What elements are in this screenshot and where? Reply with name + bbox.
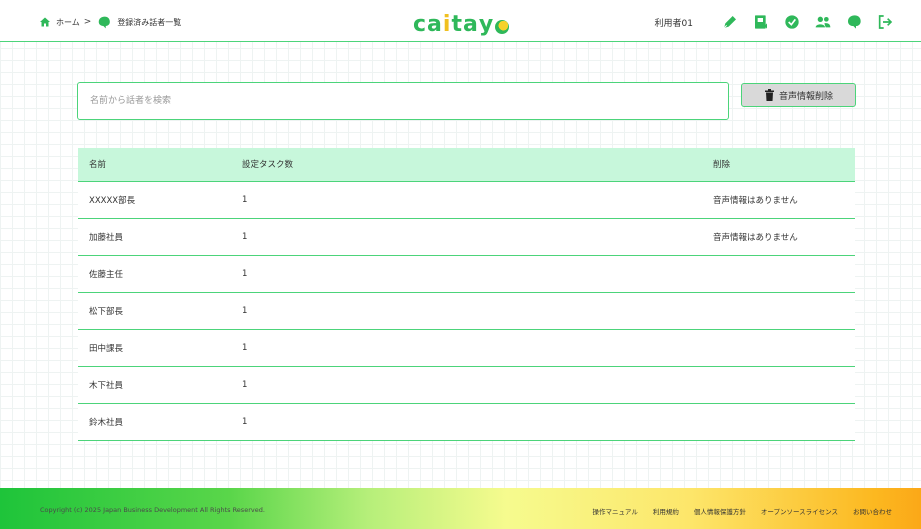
- logo-letter: a: [462, 12, 479, 37]
- breadcrumb-home-link[interactable]: ホーム: [56, 17, 80, 28]
- trash-icon: [764, 89, 774, 101]
- app-header: ホーム > 登録済み話者一覧 c a i t a y 利用者01: [0, 0, 921, 42]
- logout-icon[interactable]: [877, 14, 893, 30]
- logo-letter: i: [442, 12, 452, 37]
- footer-link-terms[interactable]: 利用規約: [653, 506, 679, 516]
- speaker-table: 名前 設定タスク数 削除 XXXXX部長 1 音声情報はありません 加藤社員 1…: [78, 148, 855, 441]
- check-circle-icon[interactable]: [784, 14, 800, 30]
- table-header-row: 名前 設定タスク数 削除: [78, 148, 855, 182]
- delete-voice-info-button[interactable]: 音声情報削除: [741, 83, 856, 107]
- footer-link-contact[interactable]: お問い合わせ: [853, 506, 892, 516]
- table-row[interactable]: 木下社員 1: [78, 366, 855, 404]
- app-footer: Copyright (c) 2025 Japan Business Develo…: [0, 488, 921, 529]
- cell-tasks: 1: [231, 292, 702, 330]
- logo-letter: c: [413, 12, 428, 37]
- users-icon[interactable]: [815, 14, 831, 30]
- column-header-delete: 削除: [702, 148, 855, 182]
- table-row[interactable]: 鈴木社員 1: [78, 403, 855, 441]
- logo-letter: a: [427, 12, 443, 37]
- cell-delete: [702, 255, 855, 293]
- delete-button-label: 音声情報削除: [778, 91, 833, 102]
- user-name: 利用者01: [654, 18, 693, 29]
- cell-name: 田中課長: [78, 329, 231, 367]
- cell-name: 鈴木社員: [78, 403, 231, 441]
- cell-delete: [702, 403, 855, 441]
- cell-name: 木下社員: [78, 366, 231, 404]
- cell-name: XXXXX部長: [78, 181, 231, 219]
- cell-tasks: 1: [231, 181, 702, 219]
- table-row[interactable]: 田中課長 1: [78, 329, 855, 367]
- caitayo-logo[interactable]: c a i t a y: [413, 8, 510, 37]
- logo-o-mark: [495, 20, 510, 34]
- cell-delete: [702, 329, 855, 367]
- speech-icon[interactable]: [846, 14, 862, 30]
- footer-links: 操作マニュアル 利用規約 個人情報保護方針 オープンソースライセンス お問い合わ…: [578, 506, 892, 516]
- cell-tasks: 1: [231, 366, 702, 404]
- cell-tasks: 1: [231, 218, 702, 256]
- cell-delete: 音声情報はありません: [702, 218, 855, 256]
- cell-name: 加藤社員: [78, 218, 231, 256]
- cell-name: 佐藤主任: [78, 255, 231, 293]
- breadcrumb: ホーム > 登録済み話者一覧: [39, 15, 181, 29]
- column-header-name: 名前: [78, 148, 231, 182]
- home-icon[interactable]: [39, 16, 51, 28]
- cell-delete: [702, 292, 855, 330]
- cell-delete: [702, 366, 855, 404]
- table-row[interactable]: 加藤社員 1 音声情報はありません: [78, 218, 855, 256]
- cell-name: 松下部長: [78, 292, 231, 330]
- cell-tasks: 1: [231, 329, 702, 367]
- table-row[interactable]: XXXXX部長 1 音声情報はありません: [78, 181, 855, 219]
- logo-letter: y: [478, 12, 495, 37]
- user-area: 利用者01: [655, 13, 893, 31]
- pen-icon[interactable]: [722, 14, 738, 30]
- speech-head-icon: [99, 16, 111, 28]
- cell-delete: 音声情報はありません: [702, 181, 855, 219]
- copyright-text: Copyright (c) 2025 Japan Business Develo…: [40, 506, 265, 514]
- breadcrumb-separator: >: [83, 17, 92, 27]
- cell-tasks: 1: [231, 403, 702, 441]
- logo-letter: t: [451, 12, 463, 37]
- breadcrumb-current: 登録済み話者一覧: [117, 17, 182, 27]
- table-row[interactable]: 松下部長 1: [78, 292, 855, 330]
- footer-link-manual[interactable]: 操作マニュアル: [593, 506, 638, 516]
- table-row[interactable]: 佐藤主任 1: [78, 255, 855, 293]
- cell-tasks: 1: [231, 255, 702, 293]
- speaker-search-input[interactable]: [77, 82, 729, 120]
- footer-link-oss-license[interactable]: オープンソースライセンス: [761, 506, 838, 516]
- footer-link-privacy[interactable]: 個人情報保護方針: [694, 506, 746, 516]
- book-icon[interactable]: [753, 14, 769, 30]
- column-header-tasks: 設定タスク数: [231, 148, 702, 182]
